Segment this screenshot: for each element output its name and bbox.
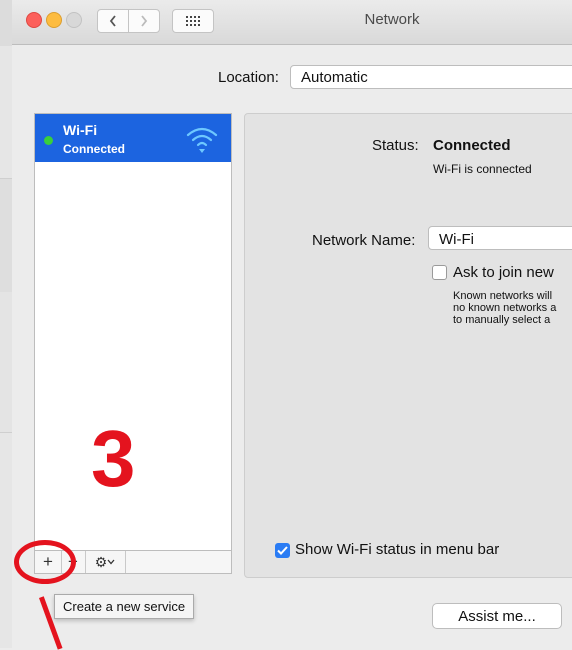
annotation-number: 3 — [91, 414, 136, 503]
assist-me-button[interactable]: Assist me... — [432, 603, 562, 629]
ask-to-join-label: Ask to join new — [453, 264, 554, 281]
location-label: Location: — [218, 69, 279, 86]
tooltip: Create a new service — [54, 594, 195, 619]
network-name-label: Network Name: — [312, 232, 416, 249]
chevron-down-icon — [107, 559, 115, 565]
show-wifi-status-checkbox[interactable] — [275, 543, 290, 558]
status-dot — [44, 136, 53, 145]
ask-to-join-note: Known networks will no known networks a … — [453, 290, 557, 326]
service-status: Connected — [63, 142, 126, 156]
forward-button[interactable] — [128, 9, 160, 33]
wifi-icon — [186, 127, 218, 153]
network-name-select[interactable]: Wi-Fi — [428, 226, 572, 250]
chevron-right-icon — [141, 15, 148, 27]
checkmark-icon — [277, 546, 288, 555]
status-label: Status: — [372, 137, 419, 154]
location-select[interactable]: Automatic — [290, 65, 572, 89]
status-detail: Wi-Fi is connected — [433, 162, 532, 176]
chevron-left-icon — [109, 15, 116, 27]
minimize-window-button[interactable] — [46, 12, 62, 28]
status-value: Connected — [433, 137, 511, 154]
service-name: Wi-Fi — [63, 122, 98, 138]
window-title: Network — [364, 11, 420, 28]
background-band — [0, 292, 12, 433]
service-item-wifi[interactable]: Wi-Fi Connected — [35, 114, 231, 162]
gear-icon: ⚙ — [94, 553, 108, 570]
network-preferences-window: Network Location: Automatic Wi-Fi Connec… — [12, 0, 572, 650]
background-band — [0, 178, 12, 294]
detail-panel — [244, 113, 572, 578]
show-all-grid-icon — [186, 16, 200, 26]
show-wifi-status-label: Show Wi-Fi status in menu bar — [295, 541, 500, 558]
annotation-circle — [14, 540, 76, 584]
action-menu-button[interactable]: ⚙ — [85, 551, 126, 573]
show-all-button[interactable] — [172, 9, 214, 33]
zoom-window-button[interactable] — [66, 12, 82, 28]
background-band — [0, 0, 12, 46]
close-window-button[interactable] — [26, 12, 42, 28]
service-list: Wi-Fi Connected 3 — [34, 113, 232, 551]
titlebar: Network — [12, 0, 572, 45]
back-button[interactable] — [97, 9, 129, 33]
ask-to-join-checkbox[interactable] — [432, 265, 447, 280]
